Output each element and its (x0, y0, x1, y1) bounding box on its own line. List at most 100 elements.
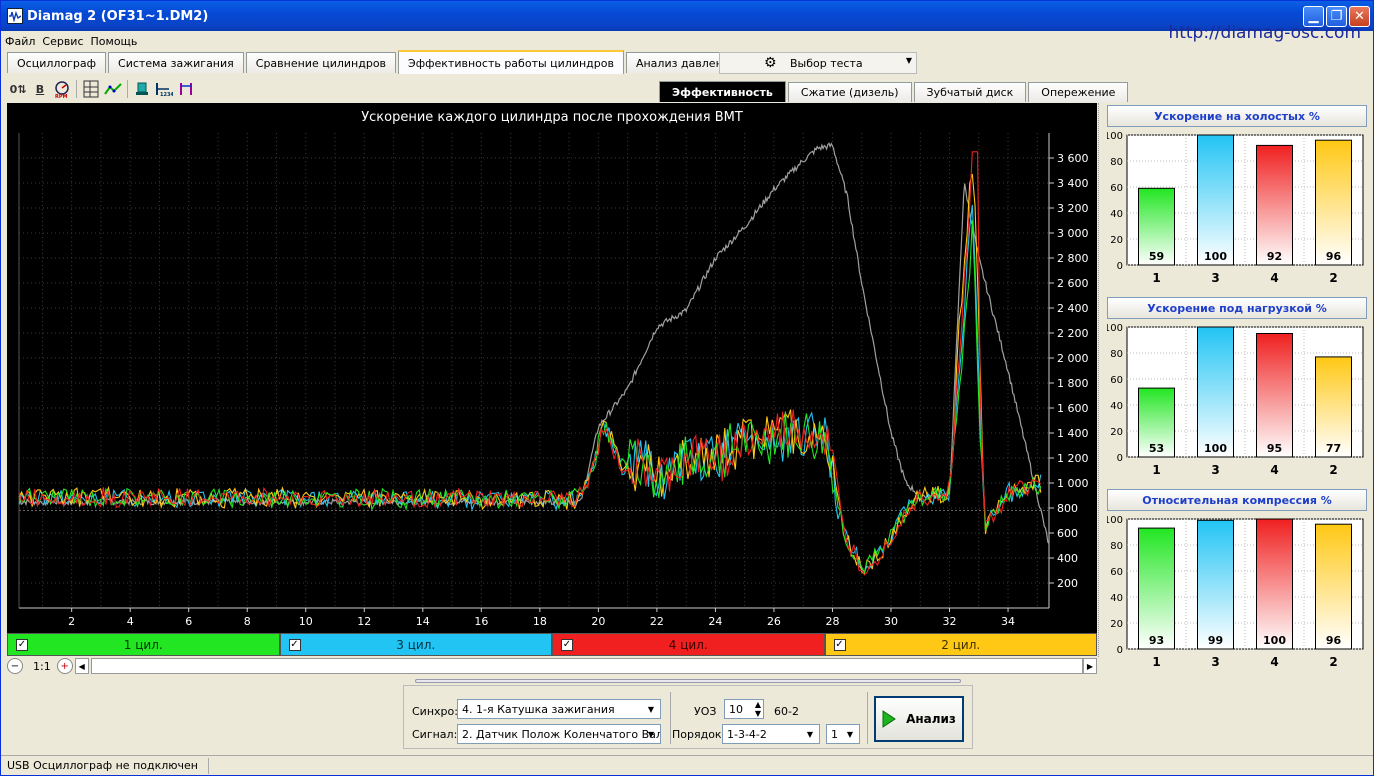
uoz-stepper[interactable]: 10 ▲ ▼ (724, 699, 764, 719)
zoom-out-icon[interactable]: − (7, 658, 23, 674)
tab-oscilloscope[interactable]: Осциллограф (7, 52, 107, 73)
test-select-dropdown[interactable]: ⚙ Выбор теста ▼ (719, 52, 917, 74)
channel-cyl-1[interactable]: ✓ 1 цил. (7, 633, 280, 656)
scroll-left-icon[interactable]: ◀ (74, 658, 89, 674)
channel-cyl-2[interactable]: ✓ 2 цил. (824, 633, 1097, 656)
y-tick-label: 60 (1110, 375, 1123, 386)
table-icon[interactable] (80, 78, 102, 100)
tab-cylinder-efficiency[interactable]: Эффективность работы цилиндров (398, 50, 624, 74)
x-tick-label: 2 (1329, 463, 1337, 477)
menu-file[interactable]: Файл (5, 35, 35, 48)
analysis-settings: Синхро: 4. 1-я Катушка зажигания ▼ Сигна… (403, 685, 973, 749)
subtab-diesel-compression[interactable]: Сжатие (дизель) (787, 82, 912, 102)
bar-value-label: 96 (1326, 634, 1342, 647)
y-tick-label: 60 (1110, 567, 1123, 578)
bar-value-label: 100 (1204, 442, 1227, 455)
rpm-icon[interactable]: RPM (51, 78, 73, 100)
cylinder-line-2 цил. (18, 173, 1042, 576)
signal-label: Сигнал: (412, 728, 458, 741)
bar-value-label: 53 (1149, 442, 1164, 455)
y-tick-label: 2 800 (1057, 252, 1089, 265)
x-tick-label: 2 (1329, 271, 1337, 285)
signal-select[interactable]: 2. Датчик Полож Коленчатого Вал ▼ (457, 724, 661, 744)
y-tick-label: 0 (1117, 645, 1123, 656)
vertical-divider (670, 692, 671, 744)
sync-label: Синхро: (412, 705, 458, 718)
window-title: Diamag 2 (OF31~1.DM2) (27, 8, 209, 24)
x-tick-label: 2 (68, 615, 75, 628)
y-tick-label: 100 (1107, 515, 1123, 526)
website-url[interactable]: http://diamag-osc.com (1168, 23, 1361, 43)
cylinder-line-1 цил. (18, 220, 1042, 574)
idle-accel-header: Ускорение на холостых % (1107, 105, 1367, 127)
x-tick-label: 1 (1152, 271, 1160, 285)
toolbar-separator (127, 80, 128, 98)
bold-b-icon[interactable]: B (29, 78, 51, 100)
analyze-button[interactable]: Анализ (874, 696, 964, 742)
x-tick-label: 20 (591, 615, 605, 628)
panel-splitter[interactable] (415, 679, 961, 683)
zoom-in-icon[interactable]: + (56, 658, 73, 674)
x-tick-label: 4 (127, 615, 134, 628)
menu-help[interactable]: Помощь (91, 35, 138, 48)
stats-panel: Ускорение на холостых % 0 20 40 60 80 100 59 1 1… (1104, 105, 1367, 675)
sub-tabs: Эффективность Сжатие (дизель) Зубчатый д… (659, 81, 1130, 102)
y-tick-label: 200 (1057, 577, 1078, 590)
bar-2 (1315, 139, 1352, 266)
x-tick-label: 10 (299, 615, 313, 628)
y-tick-label: 600 (1057, 527, 1078, 540)
checkbox-checked-icon[interactable]: ✓ (833, 639, 846, 651)
efficiency-chart-svg: Ускорение каждого цилиндра после прохожд… (18, 110, 1089, 628)
zero-offset-icon[interactable]: 0⇅ (7, 78, 29, 100)
subtab-efficiency[interactable]: Эффективность (659, 81, 786, 102)
y-tick-label: 100 (1107, 131, 1123, 142)
checkbox-checked-icon[interactable]: ✓ (16, 639, 28, 651)
zoom-level: 1:1 (33, 659, 51, 673)
first-cylinder-select[interactable]: 1 ▼ (826, 724, 860, 744)
order-1234-icon[interactable]: 1234 (153, 78, 175, 100)
x-tick-label: 3 (1211, 463, 1219, 477)
y-tick-label: 3 200 (1057, 202, 1089, 215)
channel-cyl-3[interactable]: ✓ 3 цил. (279, 633, 552, 656)
subtab-tooth-disk[interactable]: Зубчатый диск (913, 82, 1027, 102)
signal-value: 2. Датчик Полож Коленчатого Вал (462, 727, 661, 741)
subtab-advance[interactable]: Опережение (1028, 82, 1129, 102)
y-tick-label: 3 000 (1057, 227, 1089, 240)
bar-value-label: 77 (1326, 442, 1341, 455)
bar-4 (1256, 144, 1293, 266)
play-icon (882, 710, 896, 728)
main-tabs: Осциллограф Система зажигания Сравнение … (7, 50, 819, 74)
bar-1 (1138, 527, 1175, 650)
horizontal-scrollbar[interactable] (90, 658, 1083, 674)
sync-select[interactable]: 4. 1-я Катушка зажигания ▼ (457, 699, 661, 719)
checkbox-checked-icon[interactable]: ✓ (561, 639, 573, 651)
channel-label: 2 цил. (941, 637, 981, 652)
y-tick-label: 40 (1110, 401, 1123, 412)
teeth-config: 60-2 (774, 705, 799, 718)
menu-service[interactable]: Сервис (42, 35, 83, 48)
channel-label: 3 цил. (396, 637, 436, 652)
side-splitter[interactable] (1098, 103, 1104, 657)
y-tick-label: 40 (1110, 209, 1123, 220)
y-tick-label: 20 (1110, 235, 1123, 246)
checkbox-checked-icon[interactable]: ✓ (288, 639, 301, 651)
x-tick-label: 12 (357, 615, 371, 628)
x-tick-label: 18 (533, 615, 547, 628)
channel-cyl-4[interactable]: ✓ 4 цил. (552, 633, 825, 656)
cylinder-icon[interactable] (131, 78, 153, 100)
test-select-label: Выбор теста (790, 56, 863, 70)
scroll-right-icon[interactable]: ▶ (1083, 658, 1097, 674)
trend-icon[interactable] (102, 78, 124, 100)
bar-value-label: 99 (1208, 634, 1223, 647)
firing-order-select[interactable]: 1-3-4-2 ▼ (722, 724, 820, 744)
marker-icon[interactable] (175, 78, 197, 100)
tab-cylinder-compare[interactable]: Сравнение цилиндров (245, 52, 397, 73)
tab-ignition[interactable]: Система зажигания (108, 52, 244, 73)
channel-label: 4 цил. (668, 637, 708, 652)
channel-strip: ✓ 1 цил. ✓ 3 цил. ✓ 4 цил. ✓ 2 цил. (7, 633, 1097, 657)
x-tick-label: 1 (1152, 463, 1160, 477)
x-tick-label: 32 (943, 615, 957, 628)
x-tick-label: 4 (1270, 271, 1278, 285)
spin-arrows-icon[interactable]: ▲ ▼ (755, 700, 761, 718)
bar-3 (1197, 134, 1234, 266)
